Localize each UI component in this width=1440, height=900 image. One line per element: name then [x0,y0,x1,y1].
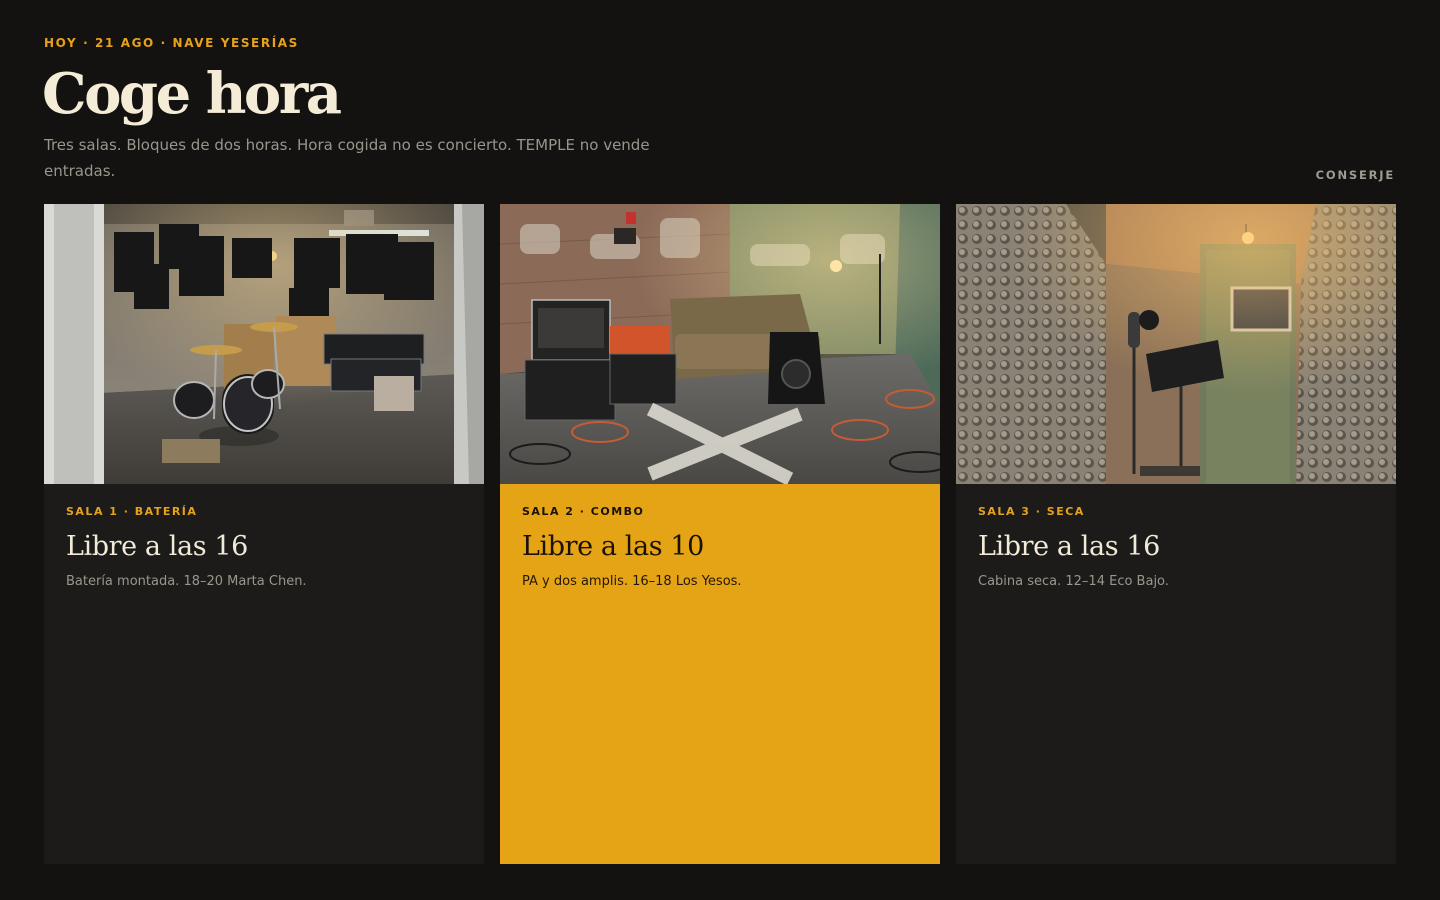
concierge-link[interactable]: CONSERJE [1316,168,1395,182]
page-title: Coge hora [42,61,342,127]
room-tag: SALA 1 · BATERÍA [66,505,198,518]
dry-booth-photo [956,204,1396,484]
room-availability: Libre a las 16 [978,531,1160,562]
room-tag: SALA 3 · SECA [978,505,1085,518]
room-note: Cabina seca. 12–14 Eco Bajo. [978,574,1169,589]
room-card-sala-2[interactable]: SALA 2 · COMBO Libre a las 10 PA y dos a… [500,204,940,864]
room-availability: Libre a las 10 [522,531,704,562]
room-cards: SALA 1 · BATERÍA Libre a las 16 Batería … [44,204,1396,864]
room-tag: SALA 2 · COMBO [522,505,645,518]
room-note: Batería montada. 18–20 Marta Chen. [66,574,307,589]
page: HOY · 21 AGO · NAVE YESERÍAS Coge hora T… [0,0,1440,900]
room-availability: Libre a las 16 [66,531,248,562]
drum-room-photo [44,204,484,484]
room-card-sala-3[interactable]: SALA 3 · SECA Libre a las 16 Cabina seca… [956,204,1396,864]
combo-room-photo [500,204,940,484]
page-subtitle: Tres salas. Bloques de dos horas. Hora c… [44,136,650,180]
room-card-sala-1[interactable]: SALA 1 · BATERÍA Libre a las 16 Batería … [44,204,484,864]
date-location-eyebrow: HOY · 21 AGO · NAVE YESERÍAS [44,36,299,50]
room-note: PA y dos amplis. 16–18 Los Yesos. [522,574,742,589]
